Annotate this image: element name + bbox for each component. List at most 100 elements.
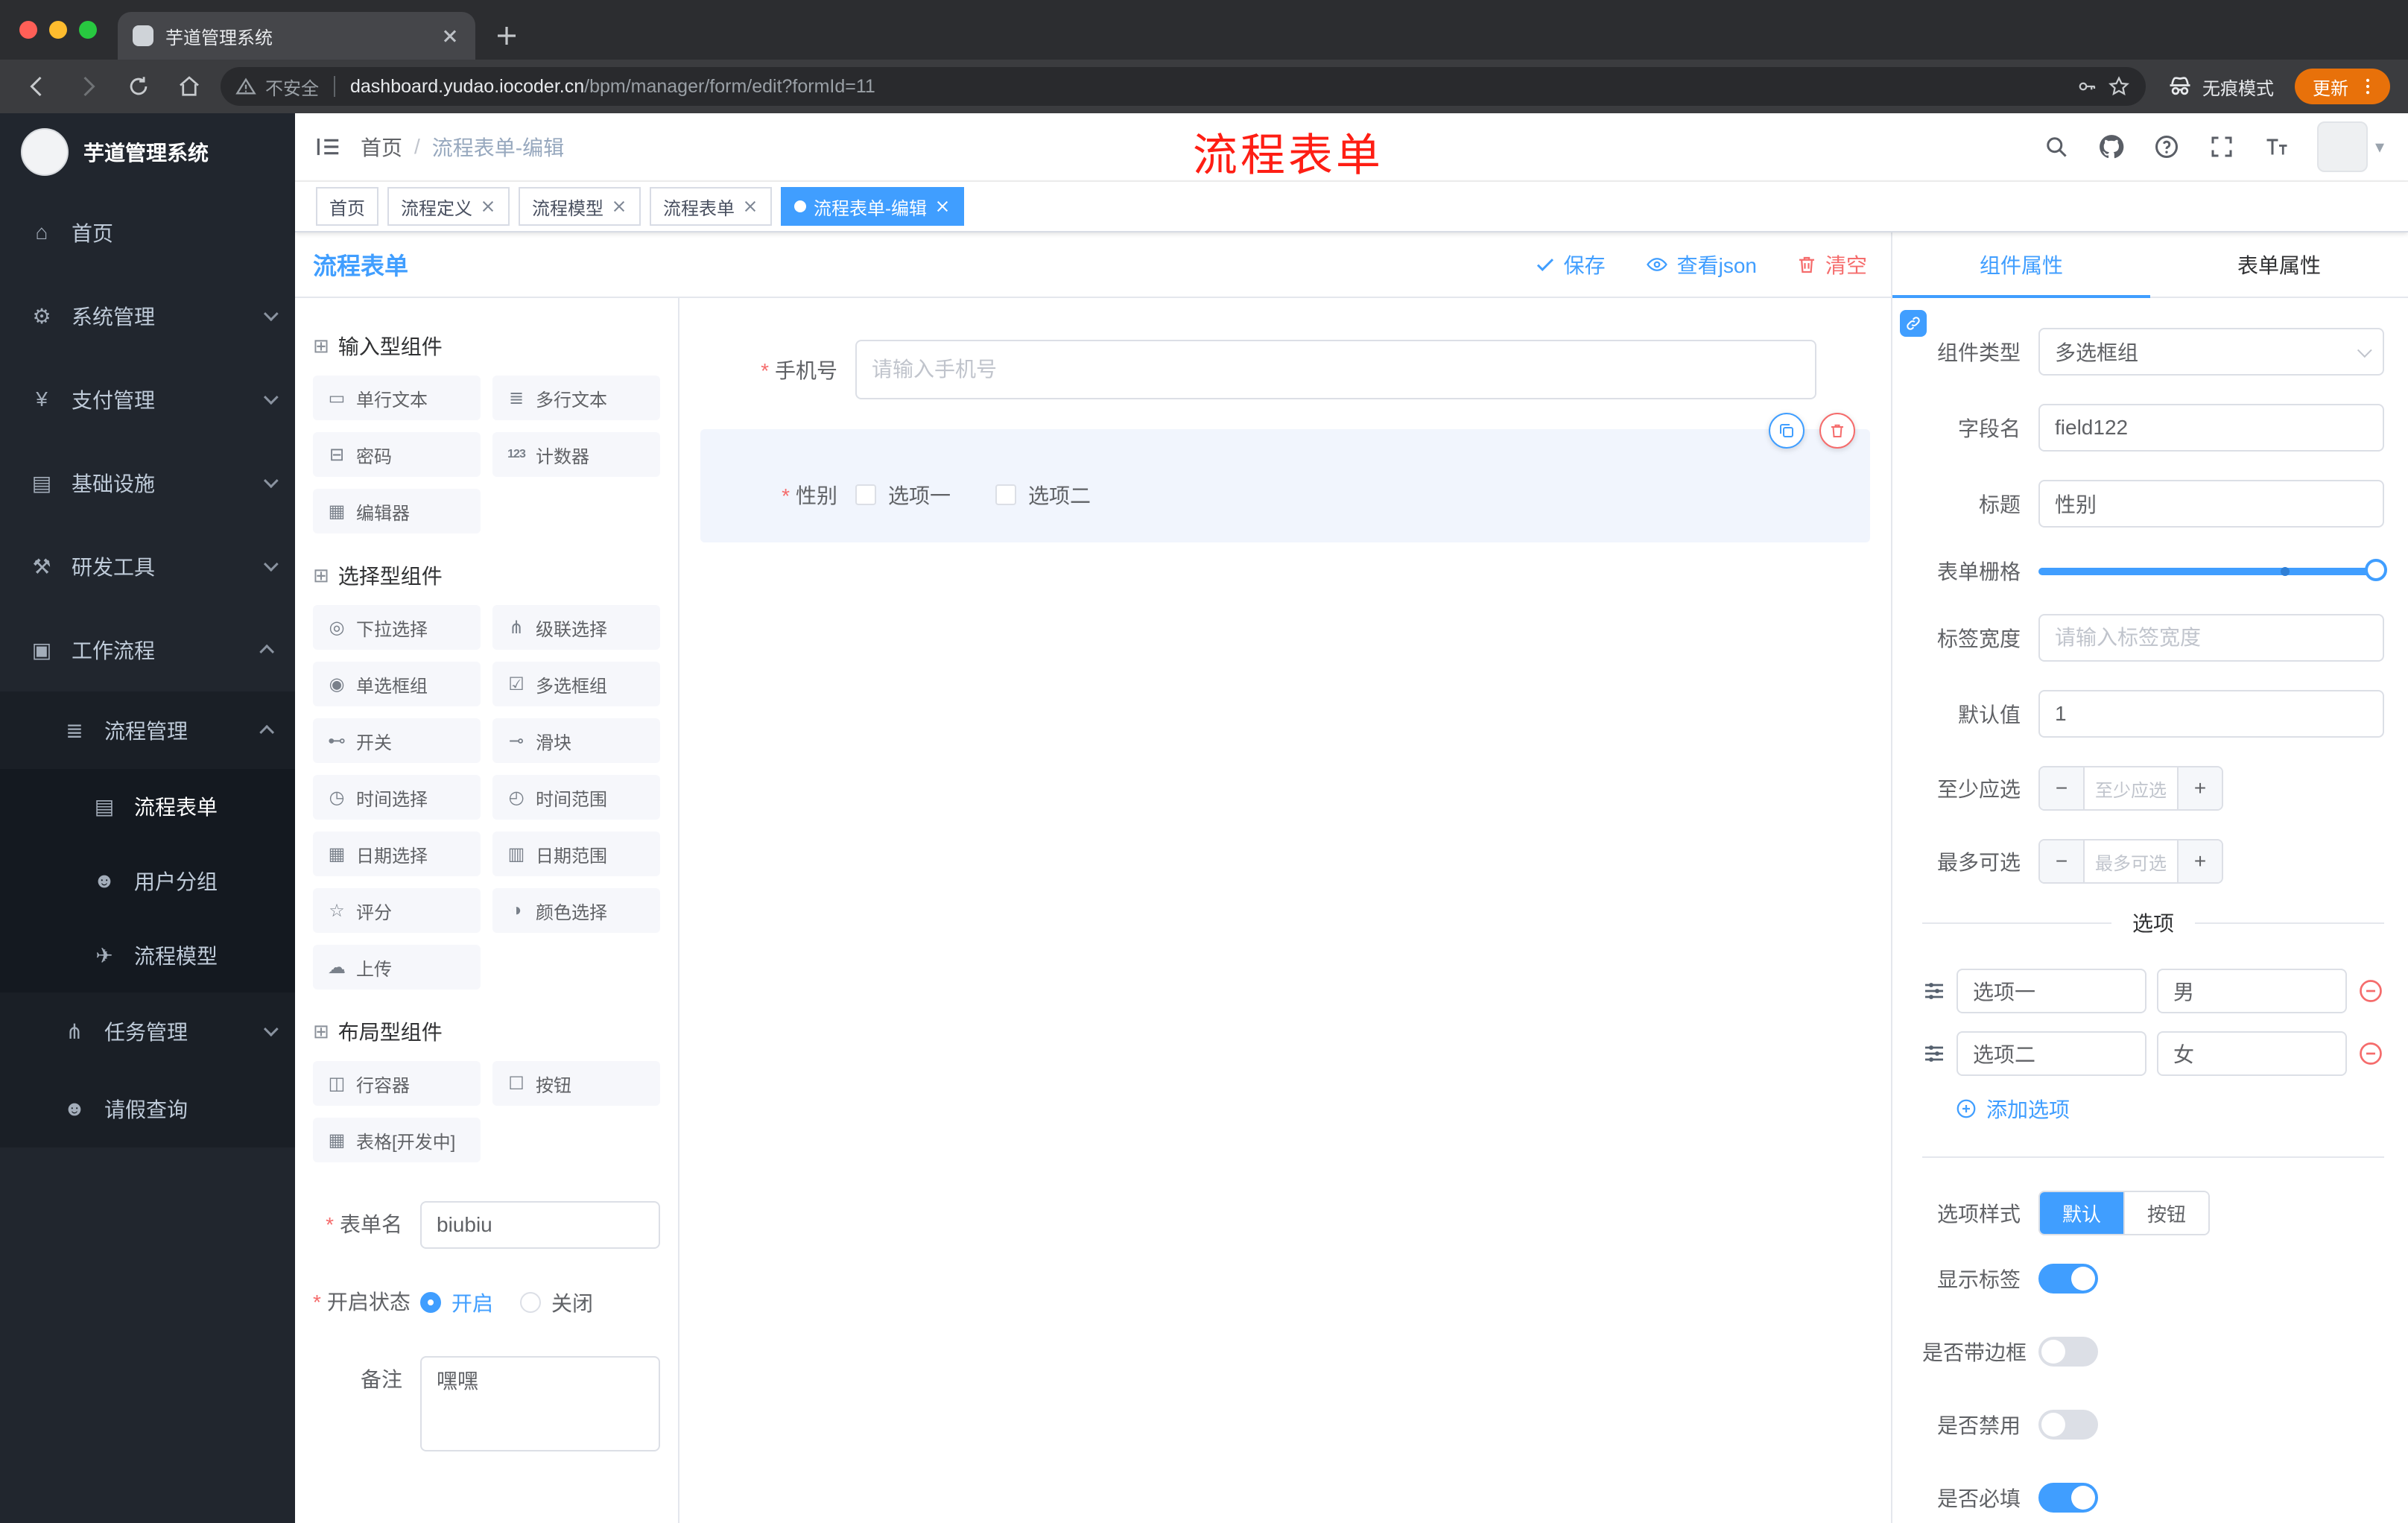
sidebar-item-process-mgmt[interactable]: ≣ 流程管理	[0, 691, 295, 769]
palette-item-password[interactable]: ⊟ 密码	[313, 432, 481, 477]
plus-icon[interactable]: +	[2179, 767, 2222, 809]
option-2-value-input[interactable]	[2157, 1031, 2347, 1076]
palette-item-button[interactable]: ☐ 按钮	[492, 1061, 660, 1106]
form-name-input[interactable]	[420, 1201, 660, 1249]
sidebar-item-process-model[interactable]: ✈ 流程模型	[0, 918, 295, 992]
close-icon[interactable]	[480, 198, 496, 215]
update-button[interactable]: 更新	[2295, 69, 2390, 104]
border-switch[interactable]	[2038, 1337, 2098, 1367]
show-label-switch[interactable]	[2038, 1264, 2098, 1294]
status-on-radio[interactable]: 开启	[420, 1288, 493, 1317]
window-minimize-button[interactable]	[49, 21, 67, 39]
max-select-value[interactable]: 最多可选	[2083, 840, 2179, 882]
star-icon[interactable]	[2107, 75, 2131, 98]
sidebar-item-task-mgmt[interactable]: ⋔ 任务管理	[0, 992, 295, 1070]
drag-handle-icon[interactable]	[1922, 1042, 1946, 1066]
close-icon[interactable]	[742, 198, 758, 215]
palette-item-select[interactable]: ◎ 下拉选择	[313, 605, 481, 650]
widget-gender-selected[interactable]: 性别 选项一 选项二	[700, 413, 1870, 542]
sidebar-item-workflow[interactable]: ▣ 工作流程	[0, 608, 295, 691]
min-select-value[interactable]: 至少应选	[2083, 767, 2179, 809]
sidebar-item-system[interactable]: ⚙ 系统管理	[0, 274, 295, 358]
palette-item-checkbox-group[interactable]: ☑ 多选框组	[492, 662, 660, 706]
tag-process-model[interactable]: 流程模型	[519, 187, 641, 226]
copy-widget-button[interactable]	[1769, 413, 1805, 449]
breadcrumb-home[interactable]: 首页	[361, 132, 402, 162]
help-icon[interactable]	[2152, 132, 2182, 162]
sidebar-item-infra[interactable]: ▤ 基础设施	[0, 441, 295, 525]
github-icon[interactable]	[2097, 132, 2126, 162]
forward-icon[interactable]	[69, 67, 107, 106]
style-default-option[interactable]: 默认	[2040, 1192, 2124, 1234]
sidebar-item-process-form[interactable]: ▤ 流程表单	[0, 769, 295, 843]
option-1-label-input[interactable]	[1956, 969, 2146, 1013]
sidebar-logo[interactable]: 芋道管理系统	[0, 113, 295, 191]
palette-item-date-picker[interactable]: ▦ 日期选择	[313, 832, 481, 876]
sidebar-item-devtools[interactable]: ⚒ 研发工具	[0, 525, 295, 608]
palette-item-switch[interactable]: ⊷ 开关	[313, 718, 481, 763]
remove-option-icon[interactable]	[2357, 1040, 2384, 1067]
palette-item-multi-text[interactable]: ≣ 多行文本	[492, 376, 660, 420]
form-remark-textarea[interactable]: 嘿嘿	[420, 1356, 660, 1451]
form-canvas[interactable]: 手机号	[679, 298, 1891, 1523]
font-size-icon[interactable]	[2262, 132, 2292, 162]
palette-item-date-range[interactable]: ▥ 日期范围	[492, 832, 660, 876]
tag-process-form-edit[interactable]: 流程表单-编辑	[781, 187, 964, 226]
drag-handle-icon[interactable]	[1922, 979, 1946, 1003]
window-close-button[interactable]	[19, 21, 37, 39]
minus-icon[interactable]: −	[2040, 767, 2083, 809]
palette-item-radio-group[interactable]: ◉ 单选框组	[313, 662, 481, 706]
default-value-input[interactable]	[2038, 690, 2384, 738]
add-option-button[interactable]: 添加选项	[1955, 1094, 2384, 1124]
view-json-button[interactable]: 查看json	[1644, 250, 1757, 279]
field-name-input[interactable]	[2038, 404, 2384, 452]
sidebar-item-payment[interactable]: ¥ 支付管理	[0, 358, 295, 441]
palette-item-cascader[interactable]: ⋔ 级联选择	[492, 605, 660, 650]
palette-item-upload[interactable]: ☁ 上传	[313, 945, 481, 990]
palette-item-single-text[interactable]: ▭ 单行文本	[313, 376, 481, 420]
address-bar[interactable]: 不安全 dashboard.yudao.iocoder.cn/bpm/manag…	[221, 67, 2146, 106]
new-tab-button[interactable]	[487, 16, 526, 55]
tag-process-form[interactable]: 流程表单	[650, 187, 772, 226]
sidebar-item-user-group[interactable]: ☻ 用户分组	[0, 843, 295, 918]
close-icon[interactable]	[611, 198, 627, 215]
key-icon[interactable]	[2076, 75, 2098, 98]
minus-icon[interactable]: −	[2040, 840, 2083, 882]
tab-close-icon[interactable]	[440, 25, 460, 46]
palette-item-counter[interactable]: 123 计数器	[492, 432, 660, 477]
option-2-label-input[interactable]	[1956, 1031, 2146, 1076]
option-1-value-input[interactable]	[2157, 969, 2347, 1013]
tab-component-props[interactable]: 组件属性	[1892, 232, 2150, 298]
label-width-input[interactable]	[2038, 614, 2384, 662]
delete-widget-button[interactable]	[1819, 413, 1855, 449]
window-zoom-button[interactable]	[79, 21, 97, 39]
grid-slider[interactable]	[2038, 559, 2387, 583]
palette-item-rate[interactable]: ☆ 评分	[313, 888, 481, 933]
palette-item-table[interactable]: ▦ 表格[开发中]	[313, 1118, 481, 1162]
style-button-option[interactable]: 按钮	[2123, 1192, 2209, 1234]
palette-item-time-range[interactable]: ◴ 时间范围	[492, 775, 660, 820]
browser-menu-icon[interactable]	[2357, 76, 2378, 97]
disabled-switch[interactable]	[2038, 1410, 2098, 1440]
search-icon[interactable]	[2041, 132, 2071, 162]
palette-item-time-picker[interactable]: ◷ 时间选择	[313, 775, 481, 820]
widget-phone[interactable]: 手机号	[700, 322, 1870, 417]
reload-icon[interactable]	[119, 67, 158, 106]
component-type-select[interactable]: 多选框组	[2038, 328, 2384, 376]
browser-tab[interactable]: 芋道管理系统	[118, 12, 475, 60]
tab-form-props[interactable]: 表单属性	[2150, 232, 2408, 297]
clear-button[interactable]: 清空	[1796, 250, 1867, 279]
hamburger-icon[interactable]	[295, 113, 361, 181]
user-menu[interactable]: ▾	[2316, 121, 2384, 172]
plus-icon[interactable]: +	[2179, 840, 2222, 882]
palette-item-color-picker[interactable]: ◑ 颜色选择	[492, 888, 660, 933]
back-icon[interactable]	[18, 67, 57, 106]
sidebar-item-home[interactable]: ⌂ 首页	[0, 191, 295, 274]
remove-option-icon[interactable]	[2357, 978, 2384, 1004]
link-icon[interactable]	[1900, 310, 1927, 337]
palette-item-row-container[interactable]: ◫ 行容器	[313, 1061, 481, 1106]
title-input[interactable]	[2038, 480, 2384, 528]
security-label[interactable]: 不安全	[265, 74, 319, 100]
status-off-radio[interactable]: 关闭	[520, 1288, 593, 1317]
required-switch[interactable]	[2038, 1483, 2098, 1513]
